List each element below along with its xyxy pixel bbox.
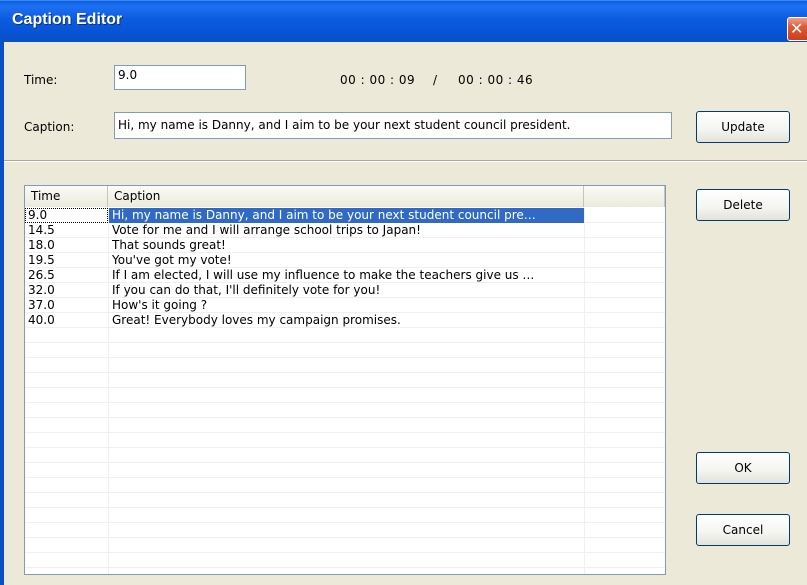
empty-row (25, 508, 665, 523)
empty-row (25, 493, 665, 508)
column-header-caption[interactable]: Caption (108, 186, 584, 207)
cell-time: 19.5 (28, 253, 55, 267)
empty-row (25, 373, 665, 388)
cell-time: 18.0 (28, 238, 55, 252)
ok-button[interactable]: OK (696, 452, 790, 484)
caption-input[interactable]: Hi, my name is Danny, and I aim to be yo… (114, 112, 672, 139)
list-rows: 9.0 Hi, my name is Danny, and I aim to be… (25, 208, 665, 568)
total-timecode: 00 : 00 : 46 (458, 73, 534, 87)
table-row[interactable]: 14.5 Vote for me and I will arrange schoo… (25, 223, 665, 238)
timecode-separator: / (433, 73, 438, 87)
cell-time: 32.0 (28, 283, 55, 297)
table-row[interactable]: 18.0 That sounds great! (25, 238, 665, 253)
empty-row (25, 448, 665, 463)
cell-caption: If you can do that, I'll definitely vote… (112, 283, 381, 297)
caption-list[interactable]: Time Caption 9.0 Hi, my name is Danny, an… (24, 185, 666, 575)
cell-caption: Vote for me and I will arrange school tr… (112, 223, 421, 237)
cell-caption: If I am elected, I will use my influence… (112, 268, 535, 282)
list-header: Time Caption (25, 186, 665, 207)
cell-caption: Great! Everybody loves my campaign promi… (112, 313, 401, 327)
table-row[interactable]: 19.5 You've got my vote! (25, 253, 665, 268)
empty-row (25, 523, 665, 538)
delete-button[interactable]: Delete (696, 189, 790, 221)
empty-row (25, 553, 665, 568)
empty-row (25, 418, 665, 433)
cell-time: 9.0 (25, 208, 108, 223)
update-button[interactable]: Update (696, 111, 790, 143)
table-row[interactable]: 9.0 Hi, my name is Danny, and I aim to be… (25, 208, 665, 223)
table-row[interactable]: 40.0 Great! Everybody loves my campaign p… (25, 313, 665, 328)
time-input[interactable]: 9.0 (114, 65, 246, 90)
cell-caption: Hi, my name is Danny, and I aim to be yo… (109, 208, 584, 223)
current-timecode: 00 : 00 : 09 (340, 73, 416, 87)
table-row[interactable]: 32.0 If you can do that, I'll definitely … (25, 283, 665, 298)
cancel-button[interactable]: Cancel (696, 514, 790, 546)
empty-row (25, 328, 665, 343)
empty-row (25, 403, 665, 418)
cell-caption: That sounds great! (112, 238, 226, 252)
empty-row (25, 433, 665, 448)
cell-caption: You've got my vote! (112, 253, 232, 267)
cell-time: 14.5 (28, 223, 55, 237)
column-header-time[interactable]: Time (25, 186, 108, 207)
caption-label: Caption: (24, 120, 75, 134)
cell-time: 37.0 (28, 298, 55, 312)
title-bar[interactable]: Caption Editor ✕ (0, 0, 807, 42)
section-divider (4, 160, 807, 162)
empty-row (25, 388, 665, 403)
column-header-blank[interactable] (584, 186, 665, 207)
window-title: Caption Editor (12, 11, 123, 28)
empty-row (25, 463, 665, 478)
close-icon: ✕ (790, 19, 804, 38)
window-frame-left (0, 42, 4, 585)
table-row[interactable]: 26.5 If I am elected, I will use my influ… (25, 268, 665, 283)
empty-row (25, 343, 665, 358)
empty-row (25, 478, 665, 493)
cell-time: 26.5 (28, 268, 55, 282)
empty-row (25, 538, 665, 553)
empty-row (25, 358, 665, 373)
cell-time: 40.0 (28, 313, 55, 327)
table-row[interactable]: 37.0 How's it going ? (25, 298, 665, 313)
close-button[interactable]: ✕ (787, 17, 807, 41)
time-label: Time: (24, 73, 58, 87)
cell-caption: How's it going ? (112, 298, 208, 312)
